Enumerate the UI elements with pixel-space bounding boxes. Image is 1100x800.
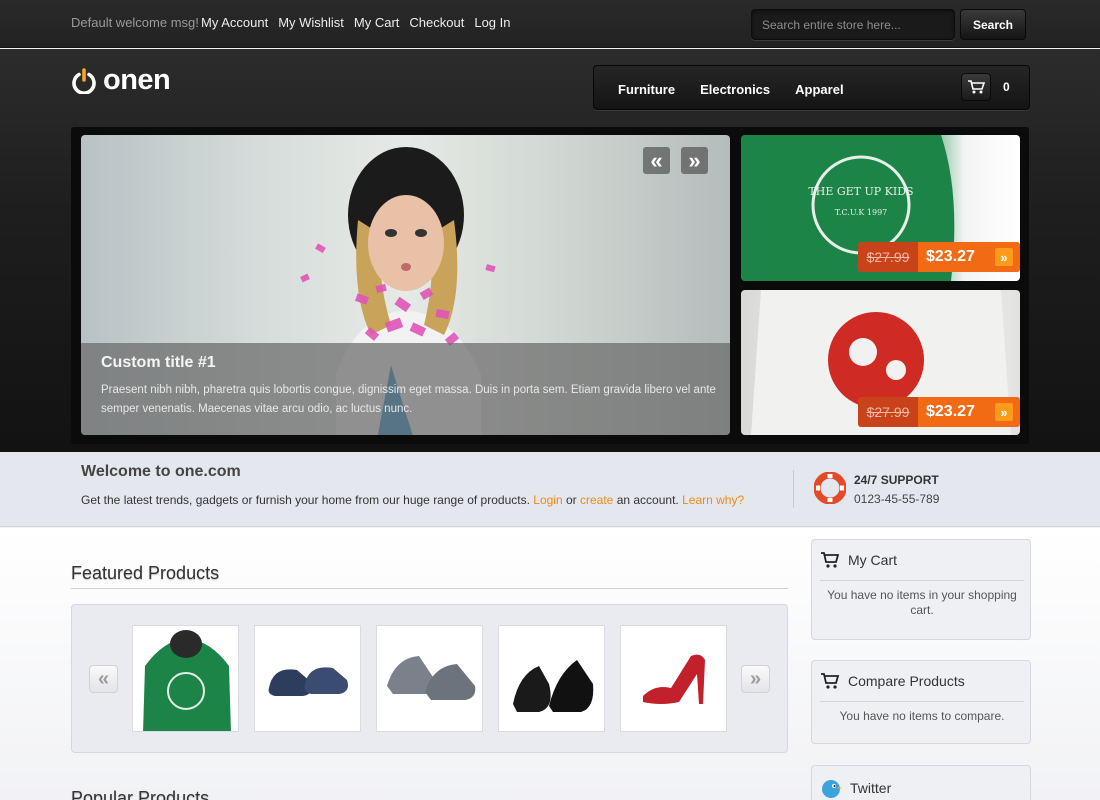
- widget-divider: [820, 701, 1024, 702]
- caption-title: Custom title #1: [101, 354, 216, 371]
- section-divider: [71, 588, 788, 589]
- cart-count: 0: [1003, 80, 1010, 94]
- my-account-link[interactable]: My Account: [201, 15, 268, 30]
- cart-icon: [821, 552, 840, 568]
- support-title: 24/7 SUPPORT: [854, 473, 939, 487]
- lifebuoy-icon: [814, 472, 846, 504]
- main-nav: Furniture Electronics Apparel 0: [593, 65, 1030, 110]
- black-loafers-image: [513, 660, 594, 712]
- product-green-hoodie[interactable]: [132, 625, 239, 732]
- promo-arrow-button[interactable]: »: [995, 248, 1013, 266]
- slider-prev-button[interactable]: «: [643, 147, 670, 174]
- slide-caption: Custom title #1 Praesent nibh nibh, phar…: [81, 343, 730, 435]
- hero-slider: « » Custom title #1 Praesent nibh nibh, …: [71, 127, 1029, 444]
- cart-icon: [968, 80, 985, 94]
- nav-electronics[interactable]: Electronics: [700, 82, 770, 97]
- old-price: $27.99: [858, 397, 918, 427]
- new-price: $23.27 »: [918, 397, 1020, 427]
- price-tag: $27.99 $23.27 »: [858, 242, 1020, 272]
- welcome-text: Get the latest trends, gadgets or furnis…: [81, 493, 744, 507]
- carousel-prev-button[interactable]: «: [89, 665, 118, 693]
- old-price: $27.99: [858, 242, 918, 272]
- new-price: $23.27 »: [918, 242, 1020, 272]
- log-in-link[interactable]: Log In: [474, 15, 510, 30]
- my-cart-title: My Cart: [848, 552, 897, 568]
- search-box: [751, 9, 955, 40]
- welcome-text-body: Get the latest trends, gadgets or furnis…: [81, 493, 530, 507]
- featured-carousel: « »: [71, 604, 788, 753]
- account-text: an account.: [616, 493, 679, 507]
- login-link[interactable]: Login: [533, 493, 562, 507]
- new-price-value: $23.27: [926, 248, 975, 265]
- search-input[interactable]: [752, 10, 954, 39]
- side-promo-2[interactable]: $27.99 $23.27 »: [741, 290, 1020, 435]
- twitter-title: Twitter: [850, 780, 892, 796]
- logo-text: onen: [103, 64, 171, 96]
- logo[interactable]: onen: [71, 64, 171, 97]
- search-button[interactable]: Search: [960, 9, 1026, 40]
- nav-apparel[interactable]: Apparel: [795, 82, 843, 97]
- create-link[interactable]: create: [580, 493, 613, 507]
- slider-next-button[interactable]: »: [681, 147, 708, 174]
- my-cart-widget: My Cart You have no items in your shoppi…: [811, 539, 1031, 640]
- nav-furniture[interactable]: Furniture: [618, 82, 675, 97]
- promo-arrow-button[interactable]: »: [995, 403, 1013, 421]
- checkout-link[interactable]: Checkout: [409, 15, 464, 30]
- main-slide[interactable]: « » Custom title #1 Praesent nibh nibh, …: [81, 135, 730, 435]
- svg-text:T.C.U.K 1997: T.C.U.K 1997: [835, 208, 888, 217]
- svg-text:THE GET UP KIDS: THE GET UP KIDS: [808, 185, 913, 198]
- featured-title: Featured Products: [71, 563, 220, 583]
- compare-widget: Compare Products You have no items to co…: [811, 660, 1031, 744]
- popular-title: Popular Products: [71, 788, 210, 800]
- my-wishlist-link[interactable]: My Wishlist: [278, 15, 344, 30]
- my-cart-text: You have no items in your shopping cart.: [827, 588, 1017, 617]
- new-price-value: $23.27: [926, 403, 975, 420]
- side-promo-1[interactable]: THE GET UP KIDS T.C.U.K 1997 $27.99 $23.…: [741, 135, 1020, 281]
- product-grey-sneakers[interactable]: [376, 625, 483, 732]
- account-links: My Account My Wishlist My Cart Checkout …: [201, 15, 511, 30]
- compare-text: You have no items to compare.: [839, 709, 1005, 723]
- power-icon: [71, 67, 97, 95]
- header: onen Furniture Electronics Apparel 0 « »…: [0, 49, 1100, 452]
- welcome-message: Default welcome msg!: [71, 15, 199, 30]
- top-bar: Default welcome msg! My Account My Wishl…: [0, 0, 1100, 48]
- header-cart-button[interactable]: [961, 73, 991, 101]
- green-hoodie-image: [143, 630, 231, 731]
- product-red-heels[interactable]: [620, 625, 727, 732]
- carousel-next-button[interactable]: »: [741, 665, 770, 693]
- twitter-bird-icon: [822, 780, 842, 798]
- widget-divider: [820, 580, 1024, 581]
- support-phone: 0123-45-55-789: [854, 492, 940, 506]
- caption-text: Praesent nibh nibh, pharetra quis lobort…: [101, 384, 716, 415]
- red-heels-image: [643, 654, 705, 704]
- welcome-band: Welcome to one.com Get the latest trends…: [0, 452, 1100, 527]
- price-tag: $27.99 $23.27 »: [858, 397, 1020, 427]
- my-cart-link[interactable]: My Cart: [354, 15, 400, 30]
- or-text: or: [565, 493, 577, 507]
- grey-sneakers-image: [387, 656, 476, 700]
- cart-icon: [821, 673, 840, 689]
- product-blue-clogs[interactable]: [254, 625, 361, 732]
- welcome-title: Welcome to one.com: [81, 463, 241, 480]
- twitter-widget: Twitter: [811, 765, 1031, 800]
- divider: [793, 470, 794, 508]
- product-black-loafers[interactable]: [498, 625, 605, 732]
- learn-why-link[interactable]: Learn why?: [682, 493, 744, 507]
- compare-title: Compare Products: [848, 673, 965, 689]
- blue-clogs-image: [268, 667, 348, 696]
